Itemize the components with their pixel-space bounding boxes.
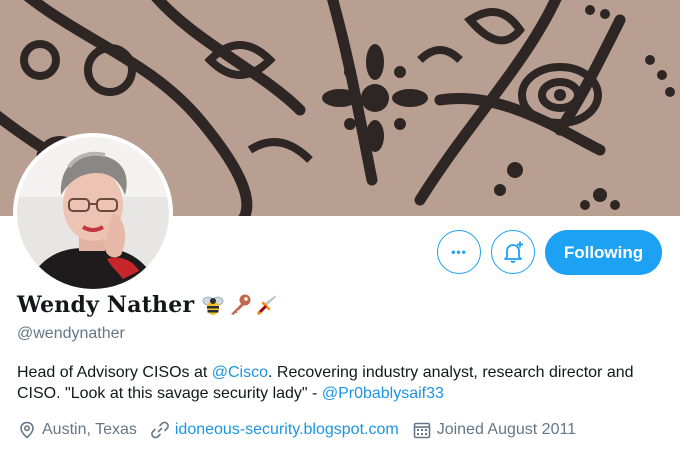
location-text: Austin, Texas [42, 421, 137, 438]
profile-meta: Austin, Texas idoneous-security.blogspot… [18, 421, 590, 439]
more-options-button[interactable]: ••• [437, 230, 481, 274]
join-date-text: Joined August 2011 [436, 421, 577, 438]
bee-icon [202, 296, 224, 315]
bio-text: Head of Advisory CISOs at [17, 364, 212, 381]
bio-mention-link[interactable]: @Cisco [212, 364, 268, 381]
website: idoneous-security.blogspot.com [150, 421, 399, 439]
location: Austin, Texas [18, 421, 137, 439]
website-link[interactable]: idoneous-security.blogspot.com [175, 421, 399, 439]
notifications-button[interactable] [491, 230, 535, 274]
handle: @wendynather [17, 325, 125, 342]
following-button[interactable]: Following [545, 230, 662, 275]
bell-plus-icon [504, 241, 523, 263]
join-date: Joined August 2011 [413, 421, 576, 439]
link-icon [150, 421, 169, 439]
name-row: Wendy Nather [17, 292, 278, 318]
key-icon [231, 294, 251, 315]
name-emojis [202, 294, 278, 316]
bio-mention-link[interactable]: @Pr0bablysaif33 [322, 385, 444, 402]
more-icon: ••• [451, 245, 467, 259]
display-name: Wendy Nather [17, 292, 195, 318]
dagger-icon [257, 295, 277, 315]
bio: Head of Advisory CISOs at @Cisco. Recove… [17, 362, 667, 404]
profile-photo-image [17, 137, 169, 289]
avatar[interactable] [13, 133, 173, 293]
location-pin-icon [20, 421, 34, 439]
calendar-icon [413, 422, 431, 439]
